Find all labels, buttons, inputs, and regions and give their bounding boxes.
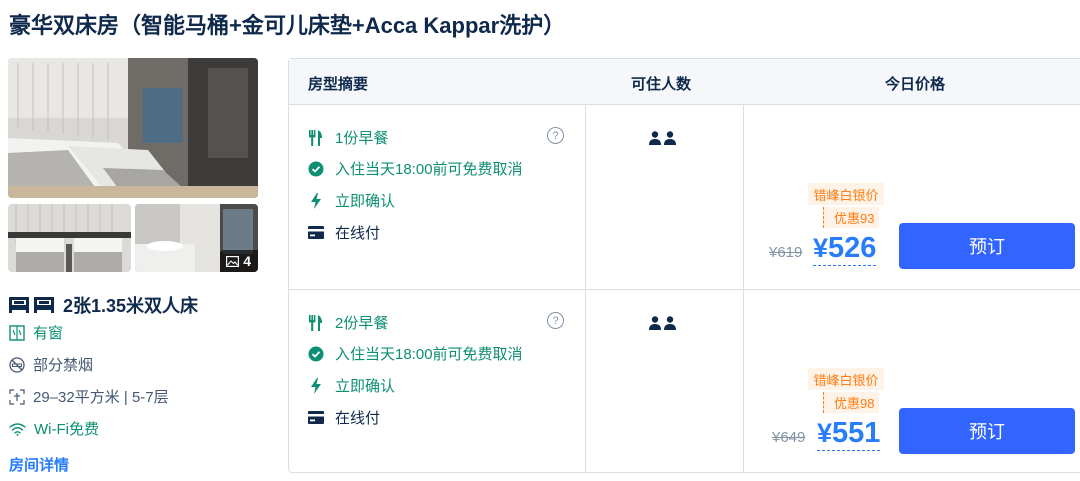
- facility-wifi: Wi-Fi免费: [9, 418, 99, 439]
- lightning-icon: [308, 377, 324, 394]
- person-icon: [664, 316, 676, 330]
- room-photo-main[interactable]: [8, 58, 258, 198]
- check-circle-icon: [308, 346, 324, 362]
- photo-count-badge[interactable]: 4: [220, 250, 258, 272]
- person-icon: [649, 316, 661, 330]
- rate-table: 房型摘要 可住人数 今日价格 1份早餐 ? 入住当天18:00前可免费取消 立即…: [288, 58, 1080, 473]
- breakfast-info: 1份早餐: [308, 127, 388, 148]
- window-icon: [9, 324, 25, 341]
- header-price: 今日价格: [885, 76, 946, 93]
- promo-discount: 优惠98: [823, 392, 880, 413]
- fork-knife-icon: [308, 314, 324, 331]
- payment-label: 在线付: [335, 225, 381, 242]
- area-icon: [9, 388, 25, 405]
- table-row: 2份早餐 ? 入住当天18:00前可免费取消 立即确认 在线付 错峰白银价 优惠…: [289, 290, 1080, 474]
- wifi-icon: [9, 422, 26, 436]
- bed-label: 2张1.35米双人床: [63, 296, 199, 316]
- facility-wifi-label: Wi-Fi免费: [34, 421, 99, 438]
- person-icon: [649, 131, 661, 145]
- bed-icon: [9, 297, 54, 313]
- confirm-label: 立即确认: [335, 193, 396, 210]
- original-price: ¥619: [769, 244, 803, 261]
- header-summary: 房型摘要: [308, 76, 369, 93]
- facility-area: 29–32平方米 | 5-7层: [9, 386, 169, 407]
- confirm-label: 立即确认: [335, 378, 396, 395]
- facility-area-label: 29–32平方米 | 5-7层: [33, 389, 169, 406]
- cancel-label: 入住当天18:00前可免费取消: [335, 161, 523, 178]
- price-value: 526: [828, 232, 877, 264]
- breakfast-label: 1份早餐: [335, 130, 389, 147]
- occupancy-guests: [649, 316, 676, 330]
- card-icon: [308, 225, 324, 241]
- room-detail-link[interactable]: 房间详情: [9, 454, 69, 475]
- currency-symbol: ¥: [813, 233, 829, 263]
- fork-knife-icon: [308, 129, 324, 146]
- cancel-label: 入住当天18:00前可免费取消: [335, 346, 523, 363]
- current-price[interactable]: ¥526: [813, 231, 877, 266]
- breakfast-info: 2份早餐: [308, 312, 388, 333]
- cancel-policy: 入住当天18:00前可免费取消: [308, 343, 523, 364]
- current-price[interactable]: ¥551: [817, 416, 881, 451]
- question-circle-icon[interactable]: ?: [547, 127, 564, 144]
- occupancy-guests: [649, 131, 676, 145]
- table-row: 1份早餐 ? 入住当天18:00前可免费取消 立即确认 在线付 错峰白银价 优惠…: [289, 105, 1080, 289]
- room-photo-thumb[interactable]: [8, 204, 131, 272]
- table-header: 房型摘要 可住人数 今日价格: [289, 59, 1080, 105]
- instant-confirm: 立即确认: [308, 375, 395, 396]
- header-occupancy: 可住人数: [631, 76, 692, 93]
- instant-confirm: 立即确认: [308, 190, 395, 211]
- payment-label: 在线付: [335, 410, 381, 427]
- price-value: 551: [832, 417, 881, 449]
- check-circle-icon: [308, 161, 324, 177]
- facility-smoking: 部分禁烟: [9, 354, 93, 375]
- no-smoking-icon: [9, 356, 25, 373]
- payment-method: 在线付: [308, 407, 380, 428]
- facility-window-label: 有窗: [33, 325, 64, 342]
- question-circle-icon[interactable]: ?: [547, 312, 564, 329]
- currency-symbol: ¥: [817, 418, 833, 448]
- promo-tag: 错峰白银价: [808, 368, 884, 390]
- lightning-icon: [308, 192, 324, 209]
- facility-smoking-label: 部分禁烟: [33, 357, 94, 374]
- original-price: ¥649: [772, 429, 806, 446]
- promo-discount: 优惠93: [823, 207, 880, 228]
- breakfast-label: 2份早餐: [335, 315, 389, 332]
- book-button[interactable]: 预订: [899, 408, 1075, 454]
- photo-count: 4: [243, 253, 251, 269]
- book-button[interactable]: 预订: [899, 223, 1075, 269]
- person-icon: [664, 131, 676, 145]
- cancel-policy: 入住当天18:00前可免费取消: [308, 158, 523, 179]
- image-icon: [226, 255, 240, 267]
- payment-method: 在线付: [308, 222, 380, 243]
- bed-info: 2张1.35米双人床: [9, 292, 198, 318]
- card-icon: [308, 410, 324, 426]
- room-photo-thumb[interactable]: 4: [135, 204, 258, 272]
- facility-window: 有窗: [9, 322, 63, 343]
- room-title: 豪华双床房（智能马桶+金可儿床垫+Acca Kappar洗护）: [9, 13, 566, 38]
- promo-tag: 错峰白银价: [808, 183, 884, 205]
